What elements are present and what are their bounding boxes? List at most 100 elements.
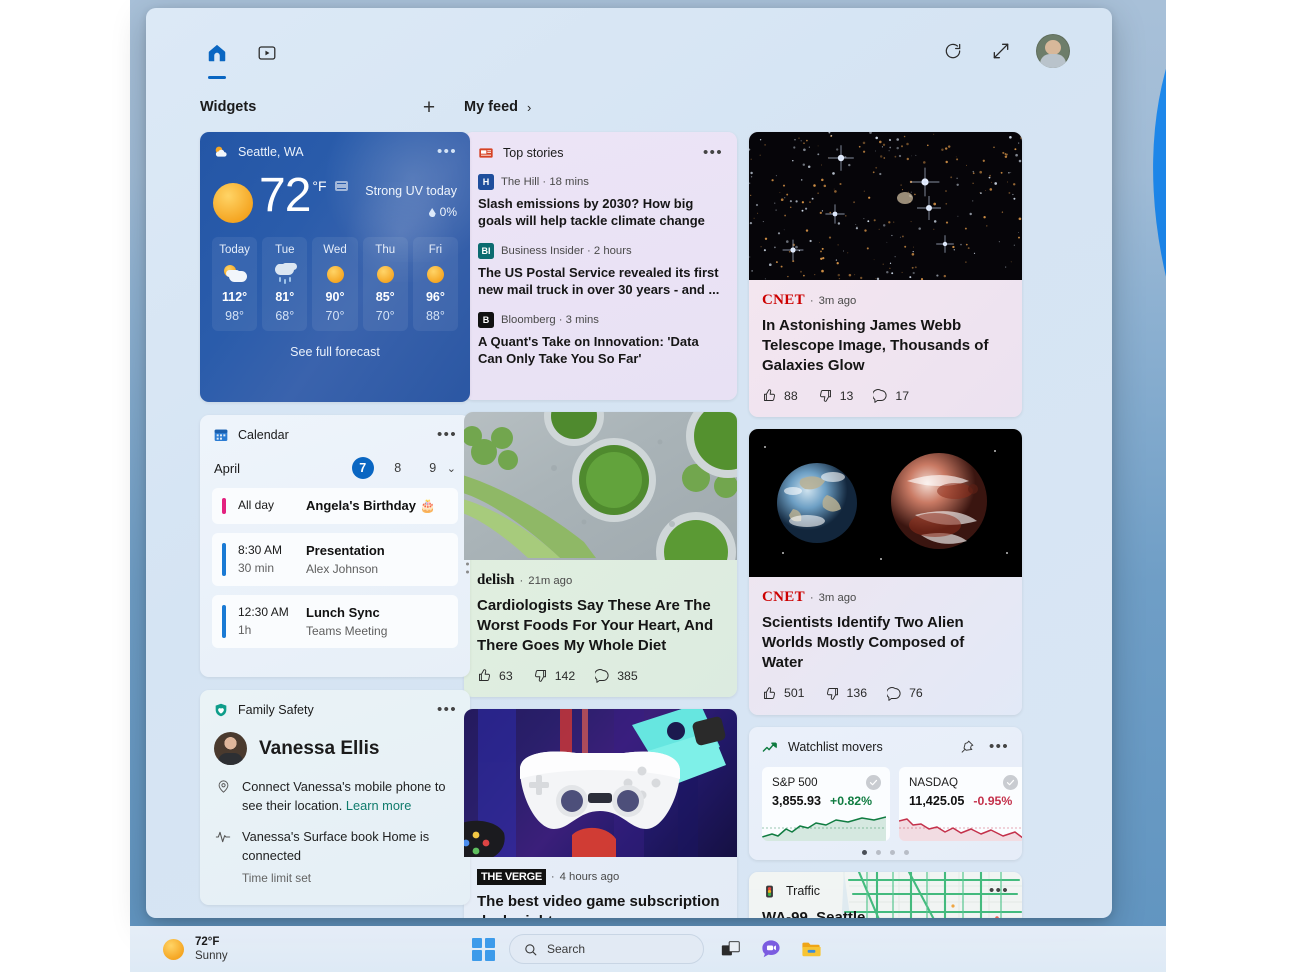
ticker-name: NASDAQ [909, 775, 958, 789]
check-icon[interactable] [866, 774, 881, 790]
see-full-forecast-link[interactable]: See full forecast [200, 331, 470, 359]
calendar-day-9[interactable]: 9 [422, 461, 444, 475]
source-badge-icon: H [478, 174, 494, 190]
event-title: Lunch Sync [306, 605, 380, 620]
article-card-video-game-deals[interactable]: THE VERGE · 4 hours ago The best video g… [464, 709, 737, 918]
pagination-dot-2[interactable] [890, 849, 895, 855]
like-button[interactable]: 501 [762, 686, 805, 701]
family-safety-more-button[interactable]: ••• [437, 702, 457, 717]
top-story-item[interactable]: H The Hill · 18 mins Slash emissions by 20… [478, 174, 723, 230]
video-tab[interactable] [252, 38, 282, 68]
watchlist-ticker[interactable]: NASDAQ 11,425.05 -0.95% [899, 766, 1022, 841]
family-safety-widget[interactable]: Family Safety ••• Vanessa Ellis Connect … [200, 690, 481, 905]
event-subtitle: Alex Johnson [306, 562, 379, 576]
forecast-day-1[interactable]: Tue 81° 68° [262, 237, 308, 331]
check-icon[interactable] [1003, 774, 1018, 790]
calendar-day-7[interactable]: 7 [351, 457, 374, 479]
calendar-event[interactable]: All day Angela's Birthday 🎂 [212, 488, 458, 524]
forecast-day-0[interactable]: Today 112° 98° [212, 237, 258, 331]
top-story-item[interactable]: BI Business Insider · 2 hours The US Posta… [478, 242, 723, 299]
source-logo-cnet: CNET [762, 589, 805, 606]
source-badge-icon: B [478, 311, 494, 328]
top-stories-card[interactable]: Top stories ••• H The Hill · 18 mins Slash… [464, 132, 737, 400]
pagination-dot-1[interactable] [876, 849, 881, 855]
pin-icon[interactable] [959, 739, 975, 755]
calendar-widget[interactable]: Calendar ••• April 789 ⌄ All day Angela's… [200, 415, 470, 677]
article-title: In Astonishing James Webb Telescope Imag… [762, 317, 989, 375]
dislike-count: 136 [846, 686, 868, 701]
taskbar-weather-widget[interactable]: 72°F Sunny [130, 935, 228, 964]
forecast-high: 85° [375, 290, 395, 304]
feed-column: My feed › Top stories ••• H The Hill · 1… [454, 90, 1112, 918]
taskbar-center-group: Search [472, 934, 824, 964]
article-card-alien-worlds[interactable]: CNET · 3m ago Scientists Identify Two Al… [749, 429, 1022, 715]
chevron-down-icon[interactable]: ⌄ [447, 462, 456, 475]
event-color-bar [222, 498, 226, 514]
forecast-high: 90° [325, 290, 345, 304]
family-device-note: Time limit set [242, 871, 312, 886]
learn-more-link[interactable]: Learn more [346, 798, 411, 813]
event-color-bar [222, 605, 226, 638]
profile-avatar[interactable] [1036, 34, 1070, 68]
refresh-button[interactable] [940, 38, 966, 64]
traffic-more-button[interactable]: ••• [989, 883, 1009, 898]
weather-sun-icon [213, 183, 253, 223]
taskbar-weather-temp: 72°F [195, 935, 220, 948]
taskbar-teams-button[interactable] [758, 936, 784, 962]
article-card-james-webb[interactable]: CNET · 3m ago In Astonishing James Webb … [749, 132, 1022, 418]
panel-body: Widgets + Seattle, WA ••• [146, 90, 1112, 918]
calendar-day-8[interactable]: 8 [387, 461, 409, 475]
dislike-button[interactable]: 136 [825, 686, 868, 701]
like-button[interactable]: 88 [762, 388, 798, 403]
comment-button[interactable]: 76 [887, 686, 923, 701]
home-tab[interactable] [202, 38, 232, 79]
forecast-day-label: Tue [275, 244, 295, 256]
top-stories-more-button[interactable]: ••• [703, 145, 723, 160]
like-button[interactable]: 63 [477, 668, 513, 683]
taskbar-search-box[interactable]: Search [509, 934, 704, 964]
watchlist-ticker-row: S&P 500 3,855.93 +0.82% NASDAQ 11,425.05 -0.9… [749, 756, 1022, 841]
event-subtitle: Teams Meeting [306, 624, 388, 638]
taskbar-explorer-button[interactable] [798, 936, 824, 962]
traffic-widget[interactable]: Traffic ••• WA-99, Seattle Moderate traf… [749, 871, 1022, 918]
weather-widget[interactable]: Seattle, WA ••• 72 °F Strong UV today 0% [200, 132, 470, 402]
dislike-button[interactable]: 142 [533, 668, 575, 683]
taskbar-weather-condition: Sunny [195, 950, 228, 962]
calendar-events-list: All day Angela's Birthday 🎂 8:30 AM 30 min P… [200, 488, 470, 648]
widgets-panel: Widgets + Seattle, WA ••• [146, 8, 1112, 918]
top-story-item[interactable]: B Bloomberg · 3 mins A Quant's Take on Inn… [478, 311, 723, 368]
watchlist-more-button[interactable]: ••• [989, 739, 1009, 754]
calendar-event[interactable]: 8:30 AM 30 min Presentation Alex Johnson [212, 533, 469, 586]
article-card-cardiologists[interactable]: delish · 21m ago Cardiologists Say These… [464, 412, 737, 698]
source-logo-delish: delish [477, 572, 515, 588]
expand-button[interactable] [988, 38, 1014, 64]
top-stories-title: Top stories [503, 146, 564, 160]
pagination-dot-0[interactable] [862, 849, 867, 855]
widgets-heading: Widgets [200, 99, 257, 115]
ticker-sparkline [762, 815, 886, 841]
watchlist-pagination[interactable] [749, 849, 1022, 855]
taskbar-taskview-button[interactable] [718, 936, 744, 962]
pagination-dot-3[interactable] [904, 849, 909, 855]
trending-up-icon [762, 739, 779, 756]
taskbar-start-button[interactable] [472, 937, 495, 961]
calendar-day-selector[interactable]: 789 [351, 457, 444, 479]
article-time-value: 4 hours ago [559, 871, 620, 884]
event-time: 12:30 AM [238, 605, 289, 619]
comment-button[interactable]: 385 [595, 668, 638, 684]
article-title: The best video game subscription deals r… [477, 893, 720, 918]
dislike-button[interactable]: 13 [818, 388, 853, 403]
chevron-right-icon[interactable]: › [527, 100, 531, 115]
calendar-event[interactable]: 12:30 AM 1h Lunch Sync Teams Meeting [212, 595, 458, 648]
event-duration: 1h [238, 623, 252, 637]
article-time-value: 3m ago [818, 295, 857, 307]
source-logo-verge: THE VERGE [477, 869, 546, 886]
watchlist-ticker[interactable]: S&P 500 3,855.93 +0.82% [762, 766, 890, 841]
shield-heart-icon [213, 702, 229, 718]
watchlist-widget[interactable]: Watchlist movers ••• S&P 500 3,855.93 +0… [749, 726, 1022, 860]
calendar-more-button[interactable]: ••• [437, 427, 457, 442]
like-count: 88 [784, 388, 798, 403]
comment-button[interactable]: 17 [873, 388, 909, 404]
add-widget-button[interactable]: + [418, 96, 440, 118]
story-headline: A Quant's Take on Innovation: 'Data Can … [478, 333, 699, 367]
